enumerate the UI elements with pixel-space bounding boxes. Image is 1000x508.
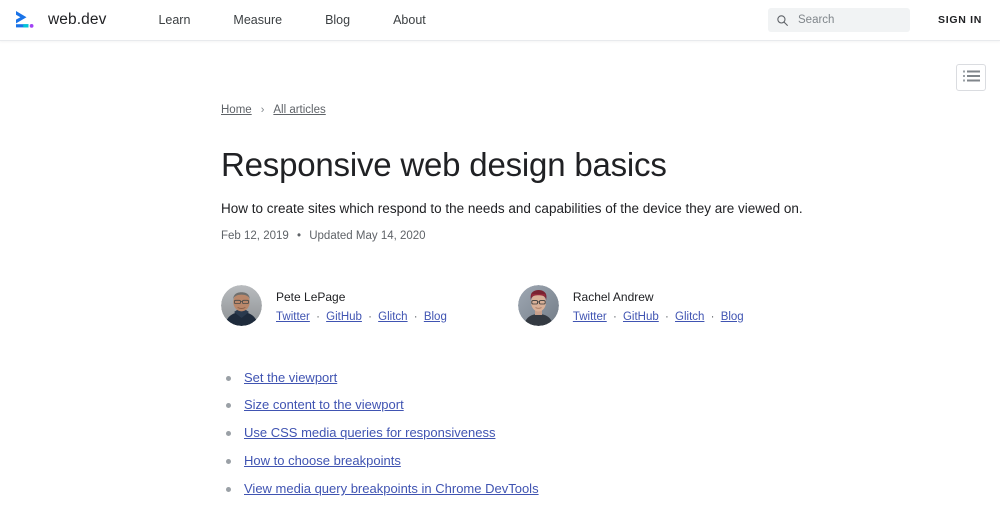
nav-item-about[interactable]: About xyxy=(393,7,426,33)
search-icon xyxy=(776,14,789,27)
author-link-github[interactable]: GitHub xyxy=(326,311,362,323)
list-item: Set the viewport xyxy=(221,370,1000,387)
link-separator: · xyxy=(316,310,320,323)
author-link-twitter[interactable]: Twitter xyxy=(276,311,310,323)
nav-item-measure[interactable]: Measure xyxy=(233,7,282,33)
list-item: View media query breakpoints in Chrome D… xyxy=(221,481,1000,498)
article-meta: Feb 12, 2019 • Updated May 14, 2020 xyxy=(221,230,1000,242)
avatar xyxy=(221,284,262,326)
search-box[interactable] xyxy=(768,8,910,32)
author-info: Rachel Andrew Twitter · GitHub · Glitch … xyxy=(573,285,744,324)
toc-link-how-to-choose-breakpoints[interactable]: How to choose breakpoints xyxy=(244,453,401,468)
author-social-links: Twitter · GitHub · Glitch · Blog xyxy=(276,310,447,324)
list-item: Use CSS media queries for responsiveness xyxy=(221,425,1000,442)
author-card-pete-lepage: Pete LePage Twitter · GitHub · Glitch · … xyxy=(221,284,447,326)
author-link-blog[interactable]: Blog xyxy=(424,311,447,323)
page-title: Responsive web design basics xyxy=(221,146,667,183)
author-link-blog[interactable]: Blog xyxy=(721,311,744,323)
link-separator: · xyxy=(664,310,669,323)
author-info: Pete LePage Twitter · GitHub · Glitch · … xyxy=(276,285,447,324)
web-dev-chevron-logo-icon xyxy=(14,9,40,31)
author-name: Pete LePage xyxy=(276,289,346,304)
avatar xyxy=(517,284,559,326)
published-date: Feb 12, 2019 xyxy=(221,229,289,242)
link-separator: · xyxy=(612,310,617,323)
search-input[interactable] xyxy=(798,14,902,26)
link-separator: · xyxy=(368,310,372,323)
breadcrumb-item-all-articles[interactable]: All articles xyxy=(273,104,325,116)
list-item: Size content to the viewport xyxy=(221,397,1000,414)
author-social-links: Twitter · GitHub · Glitch · Blog xyxy=(573,310,744,324)
article-page: Home › All articles Responsive web desig… xyxy=(0,41,1000,498)
author-link-twitter[interactable]: Twitter xyxy=(573,311,607,323)
nav-item-learn[interactable]: Learn xyxy=(158,7,190,33)
link-separator: · xyxy=(710,310,715,323)
author-link-github[interactable]: GitHub xyxy=(623,311,659,323)
breadcrumb: Home › All articles xyxy=(221,104,1000,116)
author-link-glitch[interactable]: Glitch xyxy=(675,311,704,323)
sign-in-button[interactable]: SIGN IN xyxy=(936,10,984,30)
updated-date: Updated May 14, 2020 xyxy=(309,229,426,242)
article-subtitle: How to create sites which respond to the… xyxy=(221,200,803,216)
toc-link-size-content-to-the-viewport[interactable]: Size content to the viewport xyxy=(244,397,404,412)
authors-list: Pete LePage Twitter · GitHub · Glitch · … xyxy=(221,284,1000,326)
toc-link-view-media-query-breakpoints[interactable]: View media query breakpoints in Chrome D… xyxy=(244,481,539,496)
meta-separator: • xyxy=(296,229,302,242)
link-separator: · xyxy=(413,310,418,323)
main-navigation: Learn Measure Blog About xyxy=(158,7,425,33)
brand-home-link[interactable]: web.dev xyxy=(14,9,106,31)
author-name: Rachel Andrew xyxy=(572,289,654,304)
nav-item-blog[interactable]: Blog xyxy=(325,7,350,33)
author-link-glitch[interactable]: Glitch xyxy=(378,311,407,323)
breadcrumb-item-home[interactable]: Home xyxy=(221,104,252,116)
breadcrumb-separator-icon: › xyxy=(260,104,265,116)
site-header: web.dev Learn Measure Blog About SIGN IN xyxy=(0,0,1000,41)
brand-name: web.dev xyxy=(48,11,107,28)
list-item: How to choose breakpoints xyxy=(221,453,1000,470)
table-of-contents: Set the viewport Size content to the vie… xyxy=(221,370,1000,498)
author-card-rachel-andrew: Rachel Andrew Twitter · GitHub · Glitch … xyxy=(517,284,744,326)
header-right-group: SIGN IN xyxy=(768,8,984,32)
toc-link-use-css-media-queries[interactable]: Use CSS media queries for responsiveness xyxy=(244,425,495,440)
toc-link-set-the-viewport[interactable]: Set the viewport xyxy=(244,370,337,385)
